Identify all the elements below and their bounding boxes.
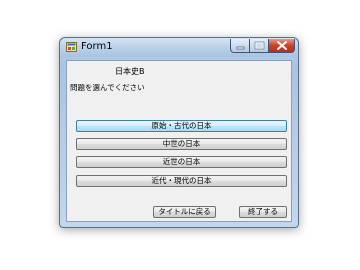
close-icon	[277, 41, 287, 50]
early-modern-japan-button[interactable]: 近世の日本	[76, 156, 287, 168]
medieval-japan-button[interactable]: 中世の日本	[76, 138, 287, 150]
maximize-button[interactable]	[250, 39, 269, 53]
form-client-area: 日本史B 問題を選んでください 原始・古代の日本 中世の日本 近世の日本 近代・…	[66, 60, 292, 222]
subject-label: 日本史B	[115, 67, 145, 76]
minimize-icon	[236, 46, 245, 50]
window-title: Form1	[81, 41, 113, 52]
title-bar[interactable]: Form1	[60, 38, 298, 57]
form-app-icon	[66, 42, 77, 52]
exit-button[interactable]: 終了する	[239, 206, 287, 218]
ancient-japan-button[interactable]: 原始・古代の日本	[76, 120, 287, 132]
prompt-label: 問題を選んでください	[70, 83, 145, 92]
modern-japan-button[interactable]: 近代・現代の日本	[76, 175, 287, 187]
form-window: Form1 日本史B 問題を選んでください 原始・古代の日本 中世の日本 近世の…	[59, 37, 299, 228]
close-button[interactable]	[269, 39, 295, 53]
maximize-icon	[254, 41, 265, 50]
minimize-button[interactable]	[230, 39, 250, 53]
back-to-title-button[interactable]: タイトルに戻る	[153, 206, 216, 218]
